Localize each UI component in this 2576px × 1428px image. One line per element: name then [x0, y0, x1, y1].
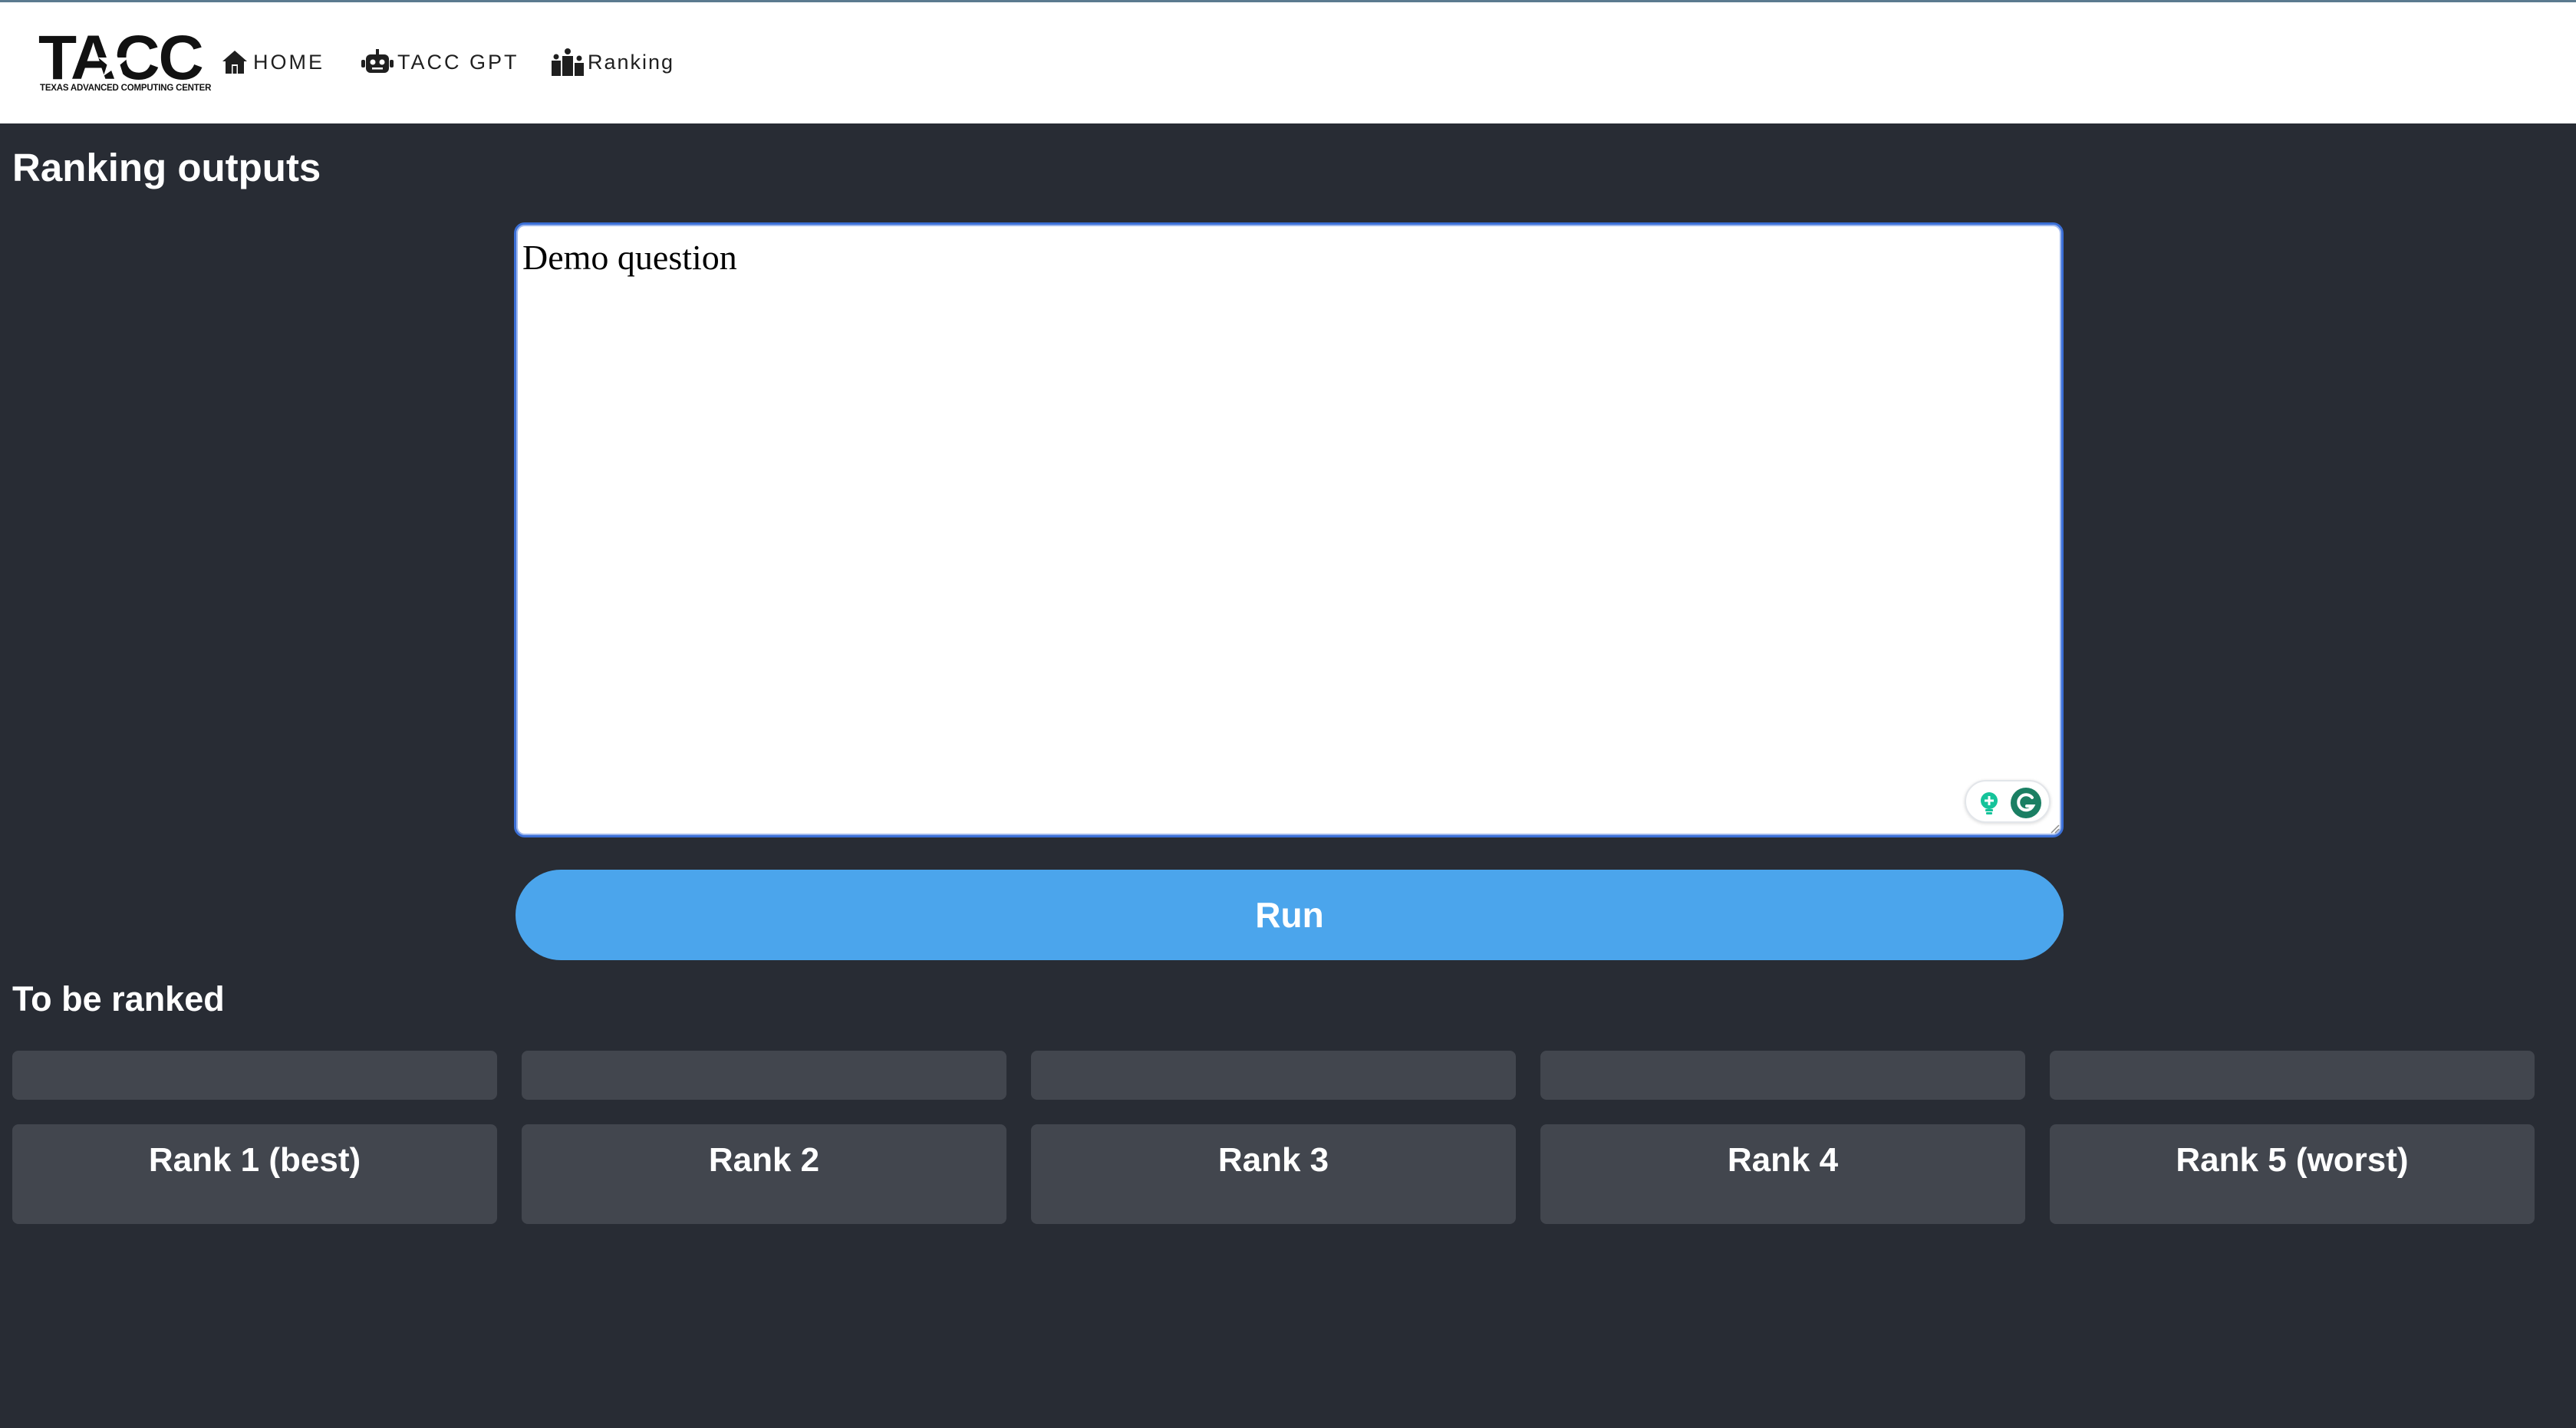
question-box [514, 222, 2064, 837]
navbar: TACC TEXAS ADVANCED COMPUTING CENTER HOM… [0, 2, 2576, 123]
to-be-ranked-title: To be ranked [12, 979, 225, 1018]
tacc-logo[interactable]: TACC TEXAS ADVANCED COMPUTING CENTER [38, 27, 212, 94]
nav-taccgpt-label: TACC GPT [397, 50, 519, 74]
ranking-slot-4[interactable] [1540, 1051, 2025, 1100]
ranking-slot-3[interactable] [1031, 1051, 1516, 1100]
rank-2-box[interactable]: Rank 2 [522, 1124, 1006, 1224]
nav-ranking-link[interactable]: Ranking [551, 45, 674, 79]
ranking-slot-5[interactable] [2050, 1051, 2535, 1100]
nav-taccgpt-link[interactable]: TACC GPT [361, 45, 519, 79]
logo-star-icon [98, 47, 129, 76]
rank-5-box[interactable]: Rank 5 (worst) [2050, 1124, 2535, 1224]
rank-3-box[interactable]: Rank 3 [1031, 1124, 1516, 1224]
grammarly-icon [2011, 788, 2041, 818]
grammarly-widget[interactable] [1965, 780, 2051, 823]
podium-icon [552, 48, 584, 76]
home-icon [222, 51, 247, 74]
ranking-slot-1[interactable] [12, 1051, 497, 1100]
nav-home-link[interactable]: HOME [219, 45, 324, 79]
ranking-slot-2[interactable] [522, 1051, 1006, 1100]
nav-ranking-label: Ranking [588, 50, 675, 74]
page-title: Ranking outputs [12, 146, 321, 189]
robot-icon [361, 49, 394, 73]
resize-handle-icon[interactable] [2049, 823, 2060, 834]
question-input[interactable] [521, 229, 2057, 831]
nav-home-label: HOME [253, 50, 324, 74]
rank-1-box[interactable]: Rank 1 (best) [12, 1124, 497, 1224]
run-button[interactable]: Run [516, 870, 2064, 960]
logo-subtitle: TEXAS ADVANCED COMPUTING CENTER [40, 84, 212, 93]
rank-4-box[interactable]: Rank 4 [1540, 1124, 2025, 1224]
lightbulb-icon [1981, 792, 1998, 814]
